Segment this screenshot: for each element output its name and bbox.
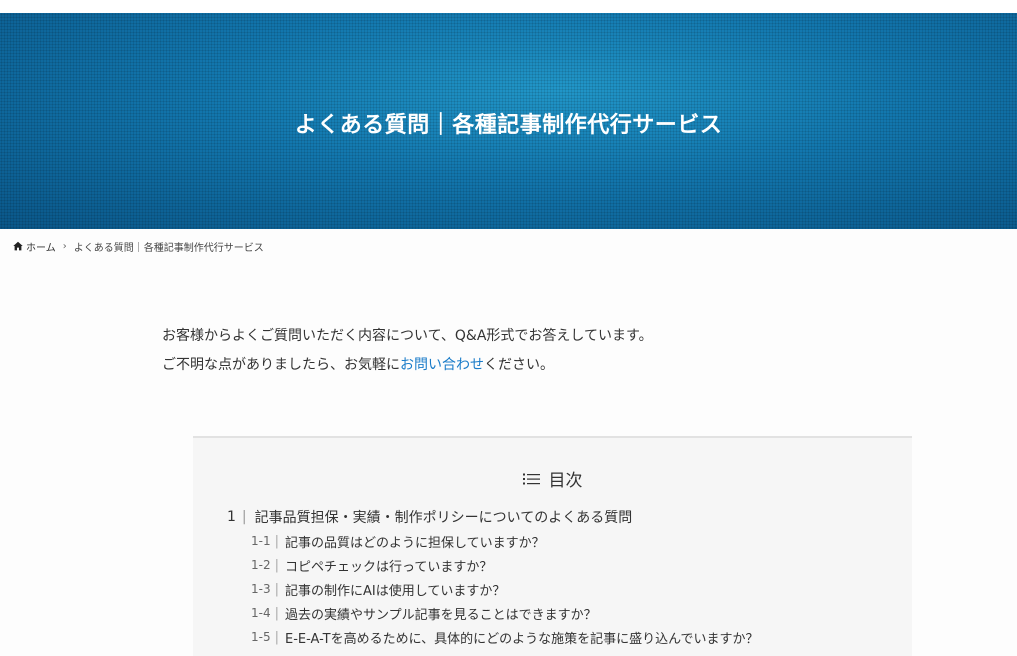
toc-item-number: 1-3 [251, 582, 271, 596]
toc-item-number: 1-5 [251, 630, 271, 644]
home-icon [13, 241, 23, 251]
intro-text: お客様からよくご質問いただく内容について、Q&A形式でお答えしています。 ご不明… [162, 322, 653, 380]
toc-item-label: 記事の制作にAIは使用していますか？ [285, 583, 506, 599]
toc-section-number: 1 [227, 509, 236, 525]
top-bar [0, 0, 1017, 13]
breadcrumb-home-link[interactable]: ホーム [26, 239, 56, 254]
table-of-contents: 目次 1 | 記事品質担保・実績・制作ポリシーについてのよくある質問 1-1 |… [193, 436, 912, 656]
toc-item-number: 1-4 [251, 606, 271, 620]
toc-item-1-3[interactable]: 1-3 | 記事の制作にAIは使用していますか？ [193, 577, 912, 601]
toc-title-label: 目次 [548, 471, 583, 491]
toc-item-label: 過去の実績やサンプル記事を見ることはできますか？ [285, 607, 597, 623]
toc-item-label: 記事の品質はどのように担保していますか？ [285, 535, 545, 551]
toc-divider: | [274, 533, 279, 549]
toc-item-label: コピペチェックは行っていますか？ [285, 559, 493, 575]
toc-item-1-1[interactable]: 1-1 | 記事の品質はどのように担保していますか？ [193, 529, 912, 553]
toc-item-label: E-E-A-Tを高めるために、具体的にどのような施策を記事に盛り込んでいますか？ [285, 631, 759, 647]
intro-line-2-pre: ご不明な点がありましたら、お気軽に [162, 357, 400, 373]
toc-divider: | [241, 509, 247, 525]
intro-line-2-post: ください。 [484, 357, 554, 373]
toc-divider: | [274, 629, 279, 645]
hero-banner: よくある質問｜各種記事制作代行サービス [0, 13, 1017, 229]
toc-section-label: 記事品質担保・実績・制作ポリシーについてのよくある質問 [254, 510, 633, 526]
toc-section-1[interactable]: 1 | 記事品質担保・実績・制作ポリシーについてのよくある質問 [193, 505, 912, 529]
toc-divider: | [274, 581, 279, 597]
contact-link[interactable]: お問い合わせ [400, 357, 484, 373]
page-title: よくある質問｜各種記事制作代行サービス [294, 113, 723, 138]
breadcrumb-current: よくある質問｜各種記事制作代行サービス [73, 242, 264, 254]
toc-title: 目次 [193, 466, 912, 491]
toc-item-1-4[interactable]: 1-4 | 過去の実績やサンプル記事を見ることはできますか？ [193, 601, 912, 625]
chevron-right-icon: › [62, 240, 67, 252]
list-icon [522, 473, 540, 484]
breadcrumb: ホーム › よくある質問｜各種記事制作代行サービス [0, 229, 1017, 263]
toc-item-number: 1-1 [251, 534, 271, 548]
toc-item-1-2[interactable]: 1-2 | コピペチェックは行っていますか？ [193, 553, 912, 577]
toc-list: 1 | 記事品質担保・実績・制作ポリシーについてのよくある質問 1-1 | 記事… [193, 505, 912, 649]
toc-item-number: 1-2 [251, 558, 271, 572]
toc-divider: | [274, 557, 279, 573]
toc-item-1-5[interactable]: 1-5 | E-E-A-Tを高めるために、具体的にどのような施策を記事に盛り込ん… [193, 625, 912, 649]
intro-line-2: ご不明な点がありましたら、お気軽にお問い合わせください。 [162, 351, 653, 380]
intro-line-1: お客様からよくご質問いただく内容について、Q&A形式でお答えしています。 [162, 328, 653, 344]
toc-divider: | [274, 605, 279, 621]
